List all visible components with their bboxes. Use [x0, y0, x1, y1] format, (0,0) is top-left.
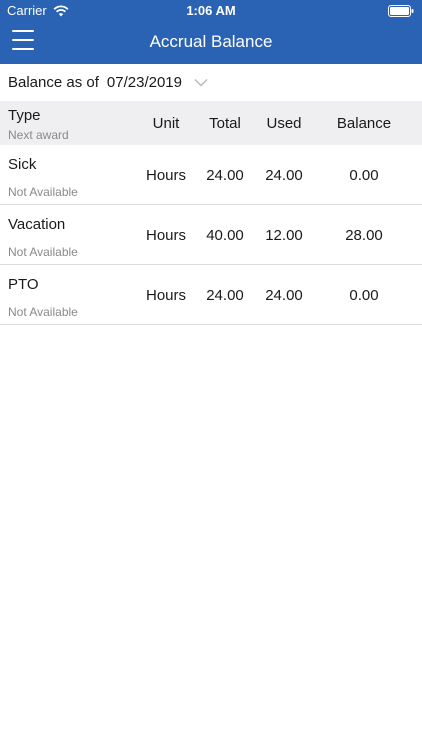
row-next-award: Not Available	[8, 185, 78, 199]
row-type: PTO	[8, 276, 39, 293]
status-bar: Carrier 1:06 AM	[0, 0, 422, 20]
navigation-bar: Accrual Balance	[0, 20, 422, 64]
page-title: Accrual Balance	[149, 32, 273, 51]
balance-date-label: Balance as of	[8, 74, 99, 91]
row-balance: 0.00	[349, 167, 379, 184]
header-next-award: Next award	[8, 128, 69, 142]
row-used: 24.00	[265, 167, 303, 184]
row-unit: Hours	[145, 287, 186, 304]
battery-icon	[388, 5, 414, 17]
row-type: Vacation	[8, 216, 66, 233]
row-unit: Hours	[145, 167, 186, 184]
header-balance: Balance	[336, 115, 392, 132]
row-used: 24.00	[265, 287, 303, 304]
row-total: 40.00	[206, 227, 244, 244]
header-unit: Unit	[152, 115, 180, 132]
table-row-vacation[interactable]: Vacation Not Available Hours 40.00 12.00…	[0, 205, 422, 265]
table-row-sick[interactable]: Sick Not Available Hours 24.00 24.00 0.0…	[0, 145, 422, 205]
row-total: 24.00	[206, 167, 244, 184]
chevron-down-icon[interactable]	[194, 78, 208, 87]
row-total: 24.00	[206, 287, 244, 304]
row-next-award: Not Available	[8, 245, 78, 259]
app-screen: Carrier 1:06 AM Accrual Balance Balance …	[0, 0, 422, 750]
header-type: Type	[8, 107, 41, 124]
top-bar: Carrier 1:06 AM Accrual Balance	[0, 0, 422, 64]
row-type: Sick	[8, 156, 37, 173]
header-total: Total	[209, 115, 241, 132]
row-balance: 0.00	[349, 287, 379, 304]
balance-date-selector[interactable]: Balance as of 07/23/2019	[0, 64, 422, 101]
row-unit: Hours	[145, 227, 186, 244]
header-used: Used	[266, 115, 302, 132]
balance-date-value[interactable]: 07/23/2019	[107, 74, 182, 91]
table-header: Type Next award Unit Total Used Balance	[0, 101, 422, 145]
row-balance: 28.00	[345, 227, 383, 244]
row-used: 12.00	[265, 227, 303, 244]
row-next-award: Not Available	[8, 305, 78, 319]
table-row-pto[interactable]: PTO Not Available Hours 24.00 24.00 0.00	[0, 265, 422, 325]
status-time: 1:06 AM	[186, 3, 236, 18]
